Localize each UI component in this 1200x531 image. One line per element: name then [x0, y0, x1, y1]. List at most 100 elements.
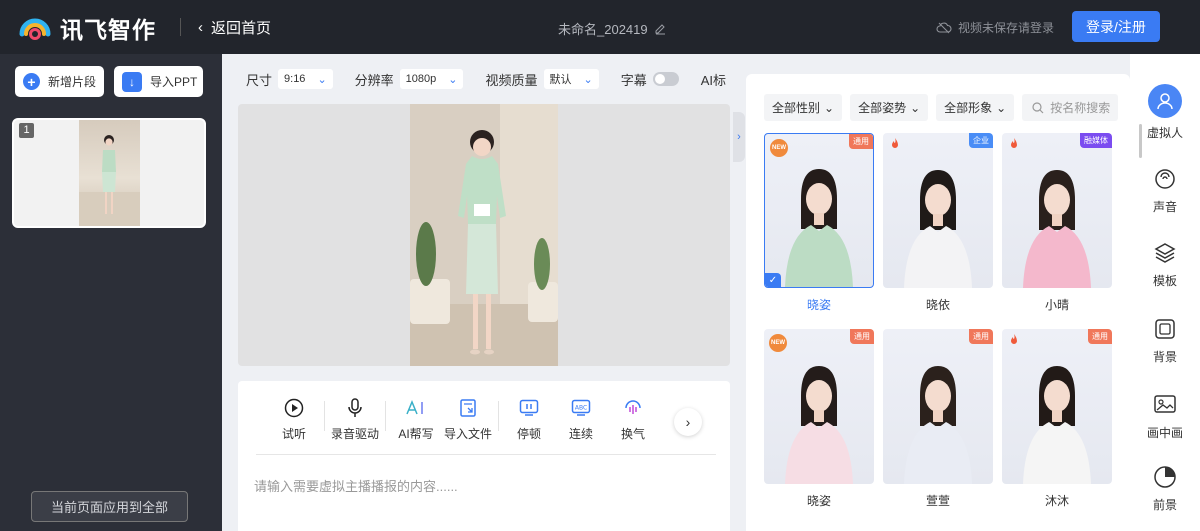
gender-filter[interactable]: 全部性别 ⌄	[764, 94, 843, 121]
pose-filter-label: 全部姿势	[858, 101, 907, 115]
back-home-link[interactable]: ‹ 返回首页	[198, 17, 271, 38]
avatar-name: 小晴	[1044, 298, 1069, 312]
edit-icon[interactable]	[654, 23, 666, 35]
quality-value: 默认	[549, 74, 572, 86]
record-drive-button[interactable]: 录音驱动	[329, 397, 381, 442]
play-circle-icon	[283, 397, 305, 419]
nav-picture-in-picture[interactable]: 画中画	[1130, 392, 1200, 441]
ai-write-button[interactable]: AI帮写	[390, 397, 442, 442]
login-register-button[interactable]: 登录/注册	[1072, 11, 1160, 42]
search-icon	[1032, 101, 1044, 113]
image-filter[interactable]: 全部形象 ⌄	[936, 94, 1015, 121]
chevron-left-icon: ‹	[198, 19, 203, 36]
continuous-icon: ABC	[570, 397, 592, 419]
quality-setting: 视频质量 默认 ⌄	[485, 69, 599, 89]
chevron-down-icon: ⌄	[448, 73, 458, 86]
chevron-down-icon: ⌄	[824, 100, 835, 115]
nav-background[interactable]: 背景	[1130, 316, 1200, 365]
segments-panel: + 新增片段 ↓ 导入PPT 1 当前页面应用到全部	[0, 54, 222, 531]
side-nav-scrollbar[interactable]	[1139, 124, 1142, 158]
add-segment-button[interactable]: + 新增片段	[15, 66, 104, 97]
import-ppt-button[interactable]: ↓ 导入PPT	[114, 66, 203, 97]
size-setting: 尺寸 9:16 ⌄	[246, 69, 333, 89]
toolbar-next-button[interactable]: ›	[674, 408, 702, 436]
logo-text: 讯飞智作	[60, 17, 156, 43]
logo-icon	[18, 12, 52, 44]
toolbar-divider-line	[256, 454, 716, 455]
size-value: 9:16	[284, 73, 306, 85]
template-icon	[1152, 240, 1178, 266]
chevron-down-icon: ⌄	[996, 100, 1007, 115]
nav-label: 背景	[1152, 350, 1177, 364]
microphone-icon	[344, 397, 366, 419]
nav-foreground[interactable]: 前景	[1130, 464, 1200, 513]
avatar-card[interactable]: 企业 晓依	[883, 133, 993, 313]
avatar-name: 晓姿	[806, 298, 831, 312]
script-input[interactable]: 请输入需要虚拟主播播报的内容......	[254, 476, 458, 495]
breath-icon	[622, 397, 644, 419]
chevron-down-icon: ⌄	[317, 73, 327, 86]
collapse-panel-toggle[interactable]: ›	[733, 112, 745, 162]
size-select[interactable]: 9:16 ⌄	[278, 69, 333, 89]
new-badge: NEW	[770, 139, 788, 157]
avatar-tag-badge: 通用	[849, 134, 873, 149]
avatar-tag-badge: 企业	[969, 133, 993, 148]
search-placeholder: 按名称搜索	[1050, 101, 1111, 115]
image-filter-label: 全部形象	[944, 101, 993, 115]
fire-icon	[1008, 137, 1020, 154]
video-settings-bar: 尺寸 9:16 ⌄ 分辨率 1080p ⌄ 视频质量 默认 ⌄ 字幕 AI标	[222, 54, 748, 104]
nav-template[interactable]: 模板	[1130, 240, 1200, 289]
pause-button[interactable]: 停顿	[503, 397, 555, 442]
slide-number: 1	[19, 123, 34, 138]
avatar-card[interactable]: 通用 NEW 晓姿	[764, 329, 874, 509]
nav-label: 模板	[1152, 274, 1177, 288]
new-badge: NEW	[769, 334, 787, 352]
gender-filter-label: 全部性别	[772, 101, 821, 115]
video-preview	[238, 104, 730, 366]
pose-filter[interactable]: 全部姿势 ⌄	[850, 94, 929, 121]
avatar-image: 通用 NEW	[764, 329, 874, 484]
tool-divider	[498, 401, 499, 431]
avatar-name: 晓姿	[806, 494, 831, 508]
svg-text:ABC: ABC	[575, 405, 587, 412]
avatar-search-input[interactable]: 按名称搜索	[1022, 94, 1119, 121]
nav-voice[interactable]: 声音	[1130, 166, 1200, 215]
slide-thumbnail[interactable]: 1	[12, 118, 206, 228]
pause-icon	[518, 397, 540, 419]
avatar-panel: 全部性别 ⌄ 全部姿势 ⌄ 全部形象 ⌄ 按名称搜索 通用 NEW ✓ 晓姿 企业 晓依融…	[746, 74, 1130, 531]
tool-label: 连续	[568, 427, 593, 441]
tool-divider	[385, 401, 386, 431]
resolution-select[interactable]: 1080p ⌄	[399, 69, 464, 89]
continuous-button[interactable]: ABC 连续	[555, 397, 607, 442]
picture-in-picture-icon	[1152, 392, 1178, 418]
plus-icon: +	[23, 73, 40, 90]
avatar-card[interactable]: 通用萱萱	[883, 329, 993, 509]
slide-preview-image	[79, 120, 140, 226]
logo[interactable]: 讯飞智作	[18, 11, 156, 45]
avatar-tag-badge: 通用	[969, 329, 993, 344]
save-hint-text: 视频未保存请登录	[958, 21, 1055, 35]
breath-button[interactable]: 换气	[607, 397, 659, 442]
ai-write-icon	[405, 397, 427, 419]
check-icon: ✓	[765, 273, 781, 287]
avatar-card[interactable]: 融媒体 小晴	[1002, 133, 1112, 313]
avatar-figure	[1023, 170, 1091, 288]
subtitle-label: 字幕	[620, 72, 647, 88]
fire-icon	[889, 137, 901, 154]
apply-to-all-button[interactable]: 当前页面应用到全部	[31, 491, 188, 522]
avatar-figure	[785, 366, 853, 484]
avatar-name: 萱萱	[925, 494, 950, 508]
subtitle-toggle[interactable]	[652, 72, 679, 86]
document-title[interactable]: 未命名_202419	[558, 19, 666, 38]
preview-listen-button[interactable]: 试听	[268, 397, 320, 442]
import-file-button[interactable]: 导入文件	[442, 397, 494, 442]
nav-label: 前景	[1152, 498, 1177, 512]
document-title-text: 未命名_202419	[558, 22, 648, 37]
quality-select[interactable]: 默认 ⌄	[543, 69, 599, 89]
tool-label: AI帮写	[398, 427, 434, 441]
avatar-image: 通用	[1002, 329, 1112, 484]
avatar-card[interactable]: 通用 NEW ✓ 晓姿	[764, 133, 874, 313]
quality-label: 视频质量	[485, 72, 538, 88]
avatar-card[interactable]: 通用 沐沐	[1002, 329, 1112, 509]
editor-toolbar: 试听 录音驱动 AI帮写 导入文件 停顿 ABC 连续 换气	[268, 397, 659, 442]
